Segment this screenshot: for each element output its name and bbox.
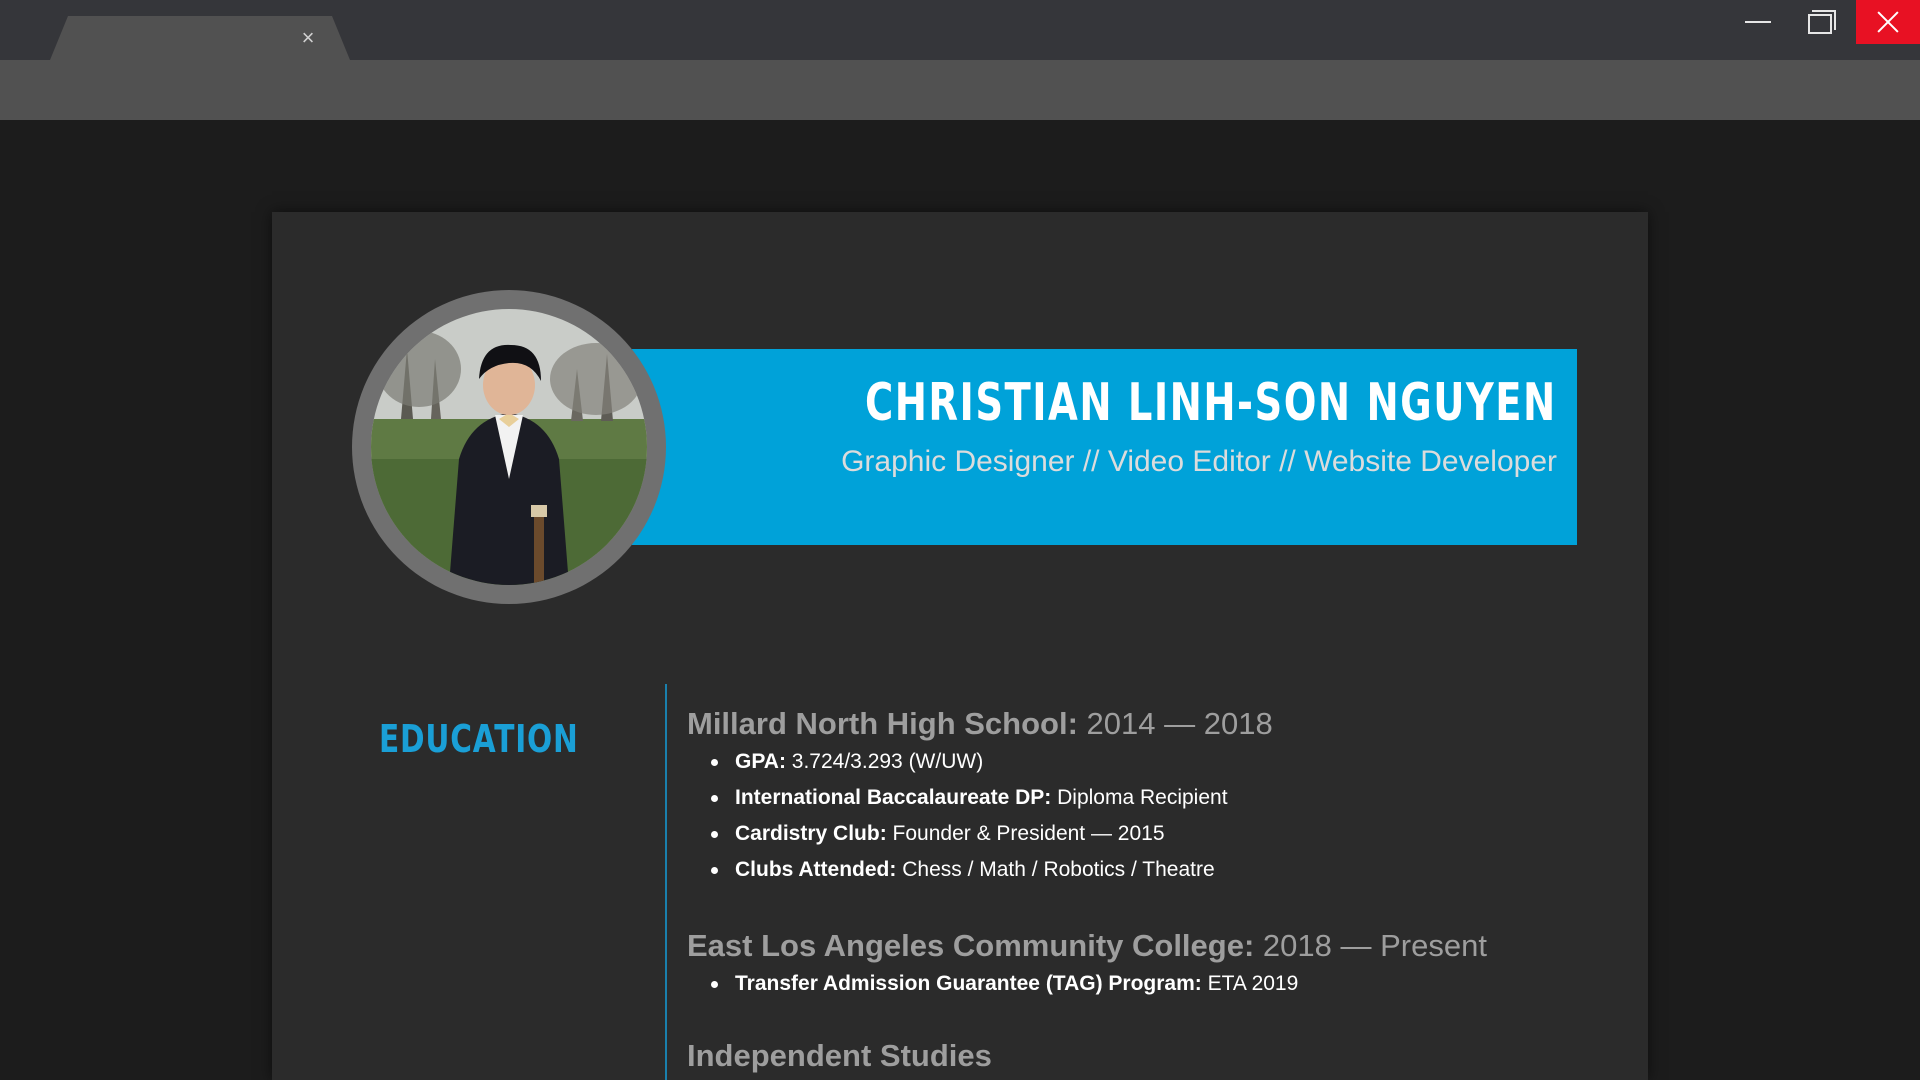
school-name: Independent Studies [687,1038,992,1073]
school-years: 2014 — 2018 [1086,706,1273,741]
school-heading: Independent Studies [687,1036,1587,1076]
list-item: GPA: 3.724/3.293 (W/UW) [687,744,1587,780]
avatar [371,309,647,585]
section-divider [665,684,667,1080]
close-window-button[interactable] [1856,0,1920,44]
list-item: Cardistry Club: Founder & President — 20… [687,816,1587,852]
list-item: Transfer Admission Guarantee (TAG) Progr… [687,966,1587,1002]
resume-name: CHRISTIAN LINH-SON NGUYEN [865,373,1557,433]
header-banner: CHRISTIAN LINH-SON NGUYEN Graphic Design… [632,349,1577,545]
education-list: Millard North High School: 2014 — 2018 G… [687,704,1587,1076]
resume-page: CHRISTIAN LINH-SON NGUYEN Graphic Design… [272,212,1648,1080]
maximize-icon [1808,10,1836,34]
list-item: International Baccalaureate DP: Diploma … [687,780,1587,816]
school-details: GPA: 3.724/3.293 (W/UW) International Ba… [687,744,1587,888]
title-bar: × [0,0,1920,60]
avatar-frame [352,290,666,604]
maximize-button[interactable] [1790,0,1854,44]
school-details: Transfer Admission Guarantee (TAG) Progr… [687,966,1587,1002]
close-icon [1876,10,1900,34]
minimize-icon [1745,21,1771,23]
school-years: 2018 — Present [1262,928,1487,963]
school-heading: Millard North High School: 2014 — 2018 [687,704,1587,744]
school-name: East Los Angeles Community College: [687,928,1255,963]
minimize-button[interactable] [1726,0,1790,44]
profile-photo [371,309,647,585]
browser-toolbar [0,60,1920,120]
section-title-education: EDUCATION [379,717,579,761]
school-name: Millard North High School: [687,706,1078,741]
tab-close-icon[interactable]: × [296,26,320,50]
resume-subtitle: Graphic Designer // Video Editor // Webs… [841,445,1557,478]
list-item: Clubs Attended: Chess / Math / Robotics … [687,852,1587,888]
school-heading: East Los Angeles Community College: 2018… [687,926,1587,966]
